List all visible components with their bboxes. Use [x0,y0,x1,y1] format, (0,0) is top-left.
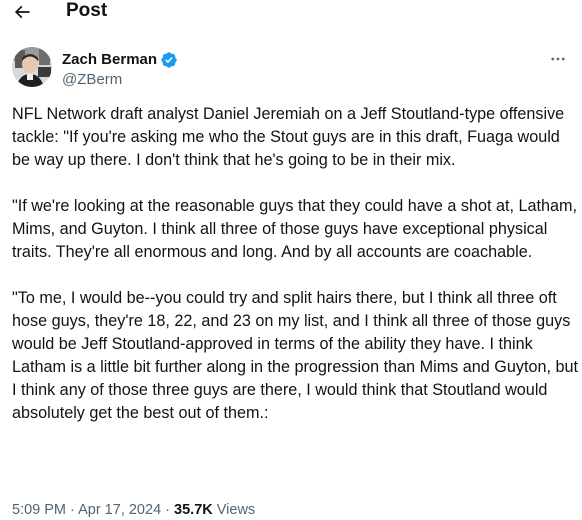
avatar-image [12,47,52,87]
meta-separator: · [161,502,175,518]
tweet-text: NFL Network draft analyst Daniel Jeremia… [12,103,578,425]
views-label: Views [212,502,256,518]
post-time[interactable]: 5:09 PM [12,502,66,518]
arrow-left-icon [14,5,30,19]
views-count: 35.7K [174,502,213,518]
post-metadata: 5:09 PM · Apr 17, 2024 · 35.7K Views [12,501,255,520]
more-options-button[interactable] [546,47,570,71]
tweet-paragraph: "To me, I would be--you could try and sp… [12,289,578,422]
display-name[interactable]: Zach Berman [62,50,157,70]
more-horizontal-icon [551,57,565,61]
back-button[interactable] [10,0,34,24]
tweet-paragraph: "If we're looking at the reasonable guys… [12,197,577,261]
verified-badge-icon[interactable] [160,51,178,69]
avatar[interactable] [12,47,52,87]
meta-separator: · [66,502,79,518]
post-header: Post [0,0,582,28]
tweet-paragraph: NFL Network draft analyst Daniel Jeremia… [12,105,565,169]
post-author: Zach Berman @ZBerm [12,47,572,91]
post-date[interactable]: Apr 17, 2024 [78,502,161,518]
name-row: Zach Berman [62,50,178,70]
page-title: Post [66,0,108,21]
user-handle[interactable]: @ZBerm [62,70,122,90]
